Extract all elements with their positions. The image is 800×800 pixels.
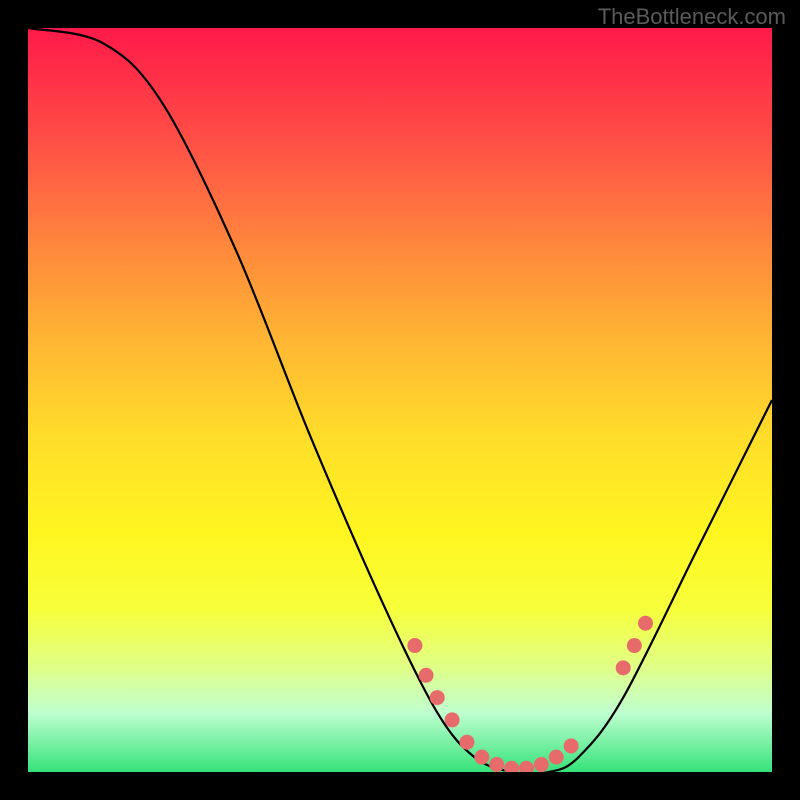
curve-marker bbox=[627, 638, 642, 653]
curve-marker bbox=[459, 735, 474, 750]
curve-marker bbox=[489, 757, 504, 772]
chart-svg bbox=[28, 28, 772, 772]
curve-marker bbox=[445, 712, 460, 727]
attribution-text: TheBottleneck.com bbox=[598, 4, 786, 30]
curve-marker bbox=[419, 668, 434, 683]
curve-marker bbox=[638, 616, 653, 631]
curve-marker bbox=[474, 750, 489, 765]
curve-marker bbox=[519, 761, 534, 772]
curve-marker bbox=[549, 750, 564, 765]
curve-markers bbox=[407, 616, 653, 772]
curve-marker bbox=[616, 660, 631, 675]
bottleneck-curve bbox=[28, 28, 772, 772]
curve-marker bbox=[534, 757, 549, 772]
curve-marker bbox=[564, 738, 579, 753]
curve-marker bbox=[407, 638, 422, 653]
curve-marker bbox=[504, 761, 519, 772]
chart-plot-area bbox=[28, 28, 772, 772]
curve-marker bbox=[430, 690, 445, 705]
